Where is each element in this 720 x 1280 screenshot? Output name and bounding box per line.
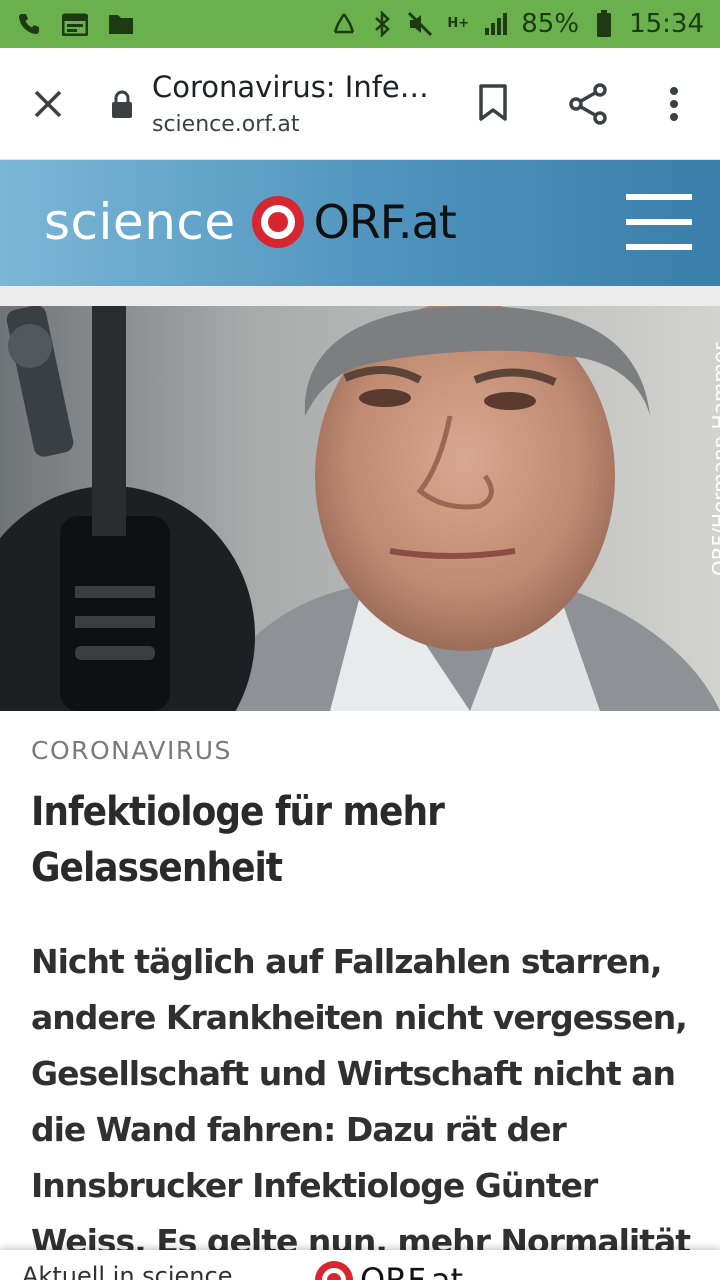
battery-percent: 85% xyxy=(521,9,580,39)
clock: 15:34 xyxy=(629,9,704,39)
hplus-signal-icon: H+ xyxy=(447,16,470,31)
bottom-bar-logo-text: ORF.at xyxy=(360,1261,464,1280)
hamburger-icon-bar xyxy=(626,194,692,200)
more-vert-icon xyxy=(670,87,678,121)
site-header: science ORF.at xyxy=(0,160,720,286)
hamburger-icon-bar xyxy=(626,244,692,250)
share-button[interactable] xyxy=(562,78,614,130)
logo-science-text: science xyxy=(44,193,236,251)
logo-orf-text: ORF.at xyxy=(313,195,457,249)
folder-icon xyxy=(108,11,134,37)
calendar-icon xyxy=(62,11,88,37)
share-icon xyxy=(569,83,607,125)
bottom-bar[interactable]: Aktuell in science ORF.at xyxy=(0,1250,720,1280)
article-lead: Nicht täglich auf Fallzahlen starren, an… xyxy=(31,942,691,1280)
photo-credit: ORF/Hermann Hammer xyxy=(682,316,720,586)
phone-icon xyxy=(16,11,42,37)
url-display[interactable]: science.orf.at xyxy=(152,112,300,137)
signal-icon xyxy=(483,11,509,37)
hamburger-icon-bar xyxy=(626,219,692,225)
close-tab-button[interactable] xyxy=(20,76,76,132)
mute-icon xyxy=(407,11,433,37)
photo-credit-text: ORF/Hermann Hammer xyxy=(708,342,720,576)
bookmark-icon xyxy=(479,84,507,121)
header-spacer xyxy=(0,286,720,306)
page-title[interactable]: Coronavirus: Infektiologe für mehr Gelas… xyxy=(152,70,432,104)
bottom-bar-label: Aktuell in science xyxy=(22,1262,233,1280)
battery-icon xyxy=(591,10,617,37)
lock-icon xyxy=(110,90,138,120)
bluetooth-icon xyxy=(369,11,395,37)
article-headline: Infektiologe für mehr Gelassenheit xyxy=(31,789,445,891)
overflow-menu-button[interactable] xyxy=(650,78,698,130)
portrait-photo xyxy=(0,306,720,711)
status-bar: H+ 85% 15:34 xyxy=(0,0,720,48)
article-kicker[interactable]: CORONAVIRUS xyxy=(31,736,232,765)
site-logo[interactable]: science ORF.at xyxy=(44,192,457,252)
orf-target-icon xyxy=(251,196,304,248)
hero-image[interactable]: ORF/Hermann Hammer xyxy=(0,306,720,711)
browser-toolbar: Coronavirus: Infektiologe für mehr Gelas… xyxy=(0,48,720,160)
close-icon xyxy=(34,90,62,118)
recycle-icon xyxy=(331,11,357,37)
bottom-bar-logo[interactable]: ORF.at xyxy=(314,1260,463,1280)
bookmark-button[interactable] xyxy=(468,78,518,128)
orf-target-icon xyxy=(315,1261,353,1280)
menu-button[interactable] xyxy=(626,194,692,250)
